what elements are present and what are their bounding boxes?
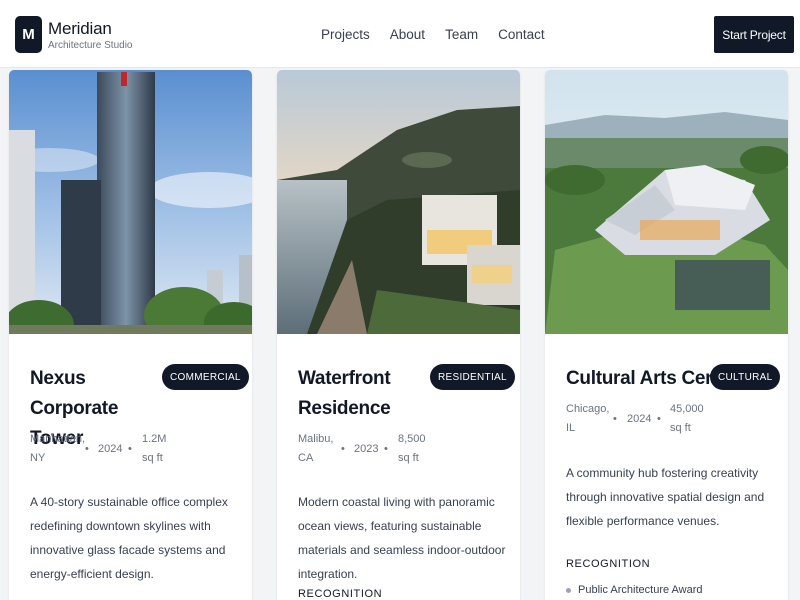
nav-contact[interactable]: Contact <box>498 27 545 42</box>
separator-dot: • <box>384 443 388 455</box>
award-label: Public Architecture Award <box>578 584 703 596</box>
project-description: Modern coastal living with panoramic oce… <box>298 495 506 581</box>
project-year: 2024 <box>98 443 123 455</box>
nav-projects[interactable]: Projects <box>321 27 370 42</box>
nav-team[interactable]: Team <box>445 27 478 42</box>
main-nav: Projects About Team Contact <box>321 27 565 42</box>
recognition-heading: RECOGNITION <box>298 588 383 600</box>
project-location: Chicago, IL <box>566 403 610 434</box>
category-badge: CULTURAL <box>710 364 781 390</box>
separator-dot: • <box>657 413 661 425</box>
office-tower-photo <box>9 70 252 334</box>
site-header: M Meridian Architecture Studio Projects … <box>0 0 800 68</box>
project-location: Malibu, CA <box>298 433 334 464</box>
bullet-icon <box>566 587 571 593</box>
separator-dot: • <box>341 443 345 455</box>
project-description: A 40-story sustainable office complex re… <box>30 495 228 581</box>
start-project-button[interactable]: Start Project <box>714 16 794 53</box>
nav-about[interactable]: About <box>390 27 425 42</box>
coastal-house-photo <box>277 70 520 334</box>
category-badge: COMMERCIAL <box>162 364 249 390</box>
project-card-nexus[interactable]: Nexus Corporate Tower COMMERCIAL Manhatt… <box>9 70 252 600</box>
project-description: A community hub fostering creativity thr… <box>566 466 765 528</box>
project-year: 2024 <box>627 413 652 425</box>
brand-subtitle: Architecture Studio <box>48 40 133 51</box>
category-badge: RESIDENTIAL <box>430 364 515 390</box>
brand-name[interactable]: Meridian <box>48 19 112 39</box>
project-card-cultural[interactable]: Cultural Arts Center CULTURAL Chicago, I… <box>545 70 788 600</box>
recognition-heading: RECOGNITION <box>566 558 651 570</box>
project-location: Manhattan, NY <box>30 433 86 464</box>
separator-dot: • <box>85 443 89 455</box>
project-area: 8,500 sq ft <box>398 433 426 464</box>
separator-dot: • <box>613 413 617 425</box>
project-year: 2023 <box>354 443 379 455</box>
project-card-waterfront[interactable]: Waterfront Residence RESIDENTIAL Malibu,… <box>277 70 520 600</box>
arts-center-photo <box>545 70 788 334</box>
project-title[interactable]: Cultural Arts Center <box>566 364 740 394</box>
project-area: 45,000 sq ft <box>670 403 704 434</box>
separator-dot: • <box>128 443 132 455</box>
project-area: 1.2M sq ft <box>142 433 167 464</box>
award-item: Public Architecture Award <box>566 584 703 596</box>
logo-mark[interactable]: M <box>15 16 42 53</box>
project-title[interactable]: Waterfront Residence <box>298 364 428 424</box>
